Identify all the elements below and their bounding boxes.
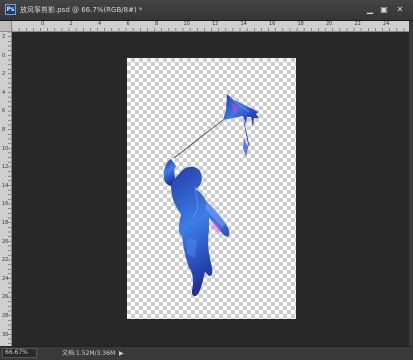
ruler-label: 0 [2,52,6,59]
horizontal-ruler[interactable]: 0 2 4 6 8 10 12 14 16 18 20 22 24 [12,21,413,32]
ruler-label: 0 [41,21,45,27]
ruler-label: 2 [69,21,73,27]
ruler-label: 22 [354,21,361,27]
ruler-label: 12 [2,164,9,171]
kite-string [173,119,224,159]
child-silhouette [163,159,230,297]
ruler-label: 8 [2,127,6,133]
ruler-label: 18 [297,21,304,27]
minimize-button[interactable]: ▁ [364,5,376,15]
ruler-label: 12 [212,21,219,27]
ruler-label: 24 [383,21,390,27]
ruler-label: 14 [2,182,9,189]
ruler-label: 2 [2,71,6,78]
ruler-label: 30 [2,331,9,338]
ruler-label: 16 [2,201,9,208]
ruler-label: 8 [155,21,159,27]
maximize-button[interactable]: ▣ [378,5,390,15]
document-title-bar[interactable]: Ps 放风筝剪影.psd @ 66.7%(RGB/8#) * ▁ ▣ ✕ [0,0,413,21]
document-title: 放风筝剪影.psd @ 66.7%(RGB/8#) * [20,6,143,14]
close-button[interactable]: ✕ [394,5,406,15]
ruler-label: 28 [2,313,9,319]
ruler-label: 20 [326,21,333,27]
vertical-scrollbar[interactable] [409,21,413,346]
ruler-label: 18 [2,220,9,226]
ruler-label: 10 [2,145,9,152]
ruler-label: 26 [2,294,9,301]
document-canvas[interactable] [127,58,296,319]
ruler-label: 20 [2,238,9,245]
silhouette-artwork [163,94,259,297]
photoshop-document-window: Ps 放风筝剪影.psd @ 66.7%(RGB/8#) * ▁ ▣ ✕ 024… [0,0,413,360]
ruler-label: 6 [126,21,130,27]
status-bar: 66.67% 文档:1.52M/3.36M ▶ [0,346,413,360]
ruler-label: 2 [2,34,6,40]
ruler-label: 22 [2,257,9,264]
ruler-label: 6 [2,108,6,115]
status-menu-arrow-icon[interactable]: ▶ [119,349,124,358]
photoshop-icon: Ps [5,4,16,15]
ruler-label: 14 [240,21,247,27]
document-size-info: 文档:1.52M/3.36M [62,350,116,357]
kite-silhouette [223,94,259,157]
ruler-label: 24 [2,275,9,282]
ruler-label: 16 [269,21,276,27]
zoom-level-field[interactable]: 66.67% [2,348,37,358]
vertical-ruler[interactable]: 2 0 2 4 6 8 10 12 14 16 18 20 22 24 26 28 30 [0,32,12,346]
ruler-label: 4 [98,21,102,27]
ruler-origin[interactable] [0,21,12,32]
ruler-label: 10 [183,21,190,27]
ruler-label: 4 [2,89,6,96]
